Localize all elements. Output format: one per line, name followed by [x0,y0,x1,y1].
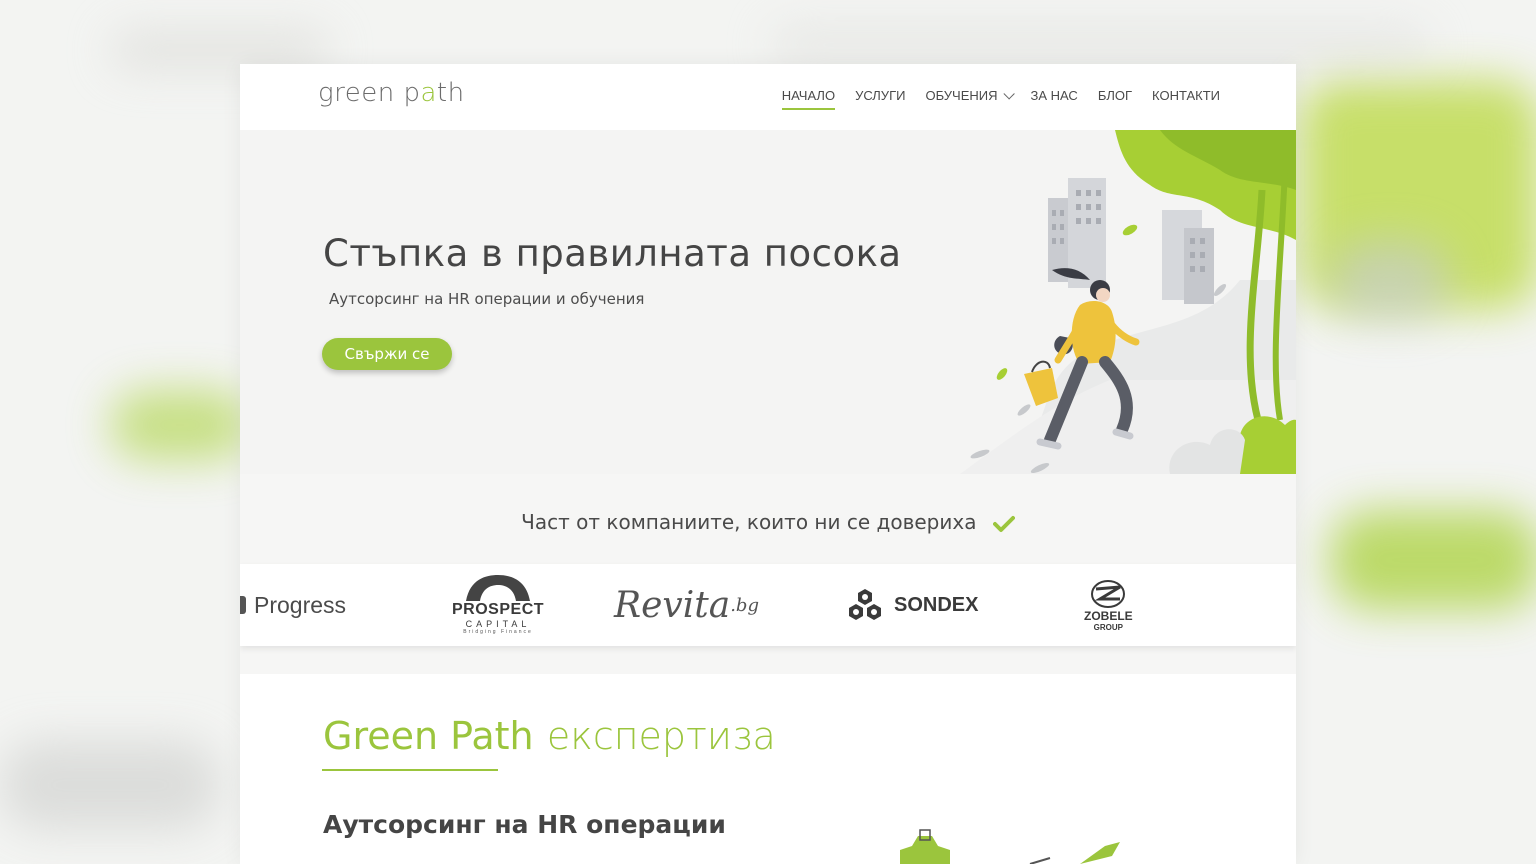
contact-button[interactable]: Свържи се [322,338,452,370]
hero-section: Стъпка в правилната посока Аутсорсинг на… [240,130,1296,474]
nav-item-blog[interactable]: БЛОГ [1098,88,1132,109]
backdrop-blob [1330,240,1450,320]
backdrop-blob [0,740,220,830]
gear-icon [900,829,1120,864]
logo-text-suffix: th [436,78,465,108]
expertise-title-brand: Green Path [323,714,534,758]
website-page: green path НАЧАЛО УСЛУГИ ОБУЧЕНИЯ ЗА НАС… [240,64,1296,864]
expertise-section: Green Path експертиза Аутсорсинг на HR о… [240,674,1296,864]
client-logos-carousel[interactable]: Progress PROSPECT CAPITAL Bridging Finan… [240,564,1296,646]
client-logo-revita[interactable]: Revita .bg [614,564,759,646]
expertise-title: Green Path експертиза [323,714,776,758]
sondex-hexagon-icon [849,589,881,620]
progress-mark-icon [240,596,246,614]
nav-item-home[interactable]: НАЧАЛО [781,88,836,110]
title-underline [322,769,498,771]
nav-item-label: ОБУЧЕНИЯ [925,88,998,103]
nav-item-label: УСЛУГИ [855,88,906,103]
hero-subtitle: Аутсорсинг на HR операции и обучения [329,290,645,308]
client-logo-text: CAPITAL [465,619,531,629]
client-logo-progress[interactable]: Progress [240,564,346,646]
site-logo[interactable]: green path [318,78,465,108]
trusted-heading: Част от компаниите, които ни се довериха [521,510,977,534]
site-header: green path НАЧАЛО УСЛУГИ ОБУЧЕНИЯ ЗА НАС… [240,64,1296,130]
nav-item-label: ЗА НАС [1030,88,1078,103]
hero-title: Стъпка в правилната посока [323,232,902,275]
nav-item-label: НАЧАЛО [781,88,836,103]
chevron-down-icon [1002,87,1015,100]
prospect-arch-icon [466,575,530,601]
client-logo-prospect-capital[interactable]: PROSPECT CAPITAL Bridging Finance [452,564,544,646]
client-logo-sondex[interactable]: SONDEX [846,564,978,646]
client-logo-text: .bg [730,594,759,616]
check-icon [992,515,1015,532]
client-logo-text: PROSPECT [452,601,545,618]
client-logo-text: GROUP [1093,622,1123,632]
nav-item-label: КОНТАКТИ [1152,88,1220,103]
main-nav: НАЧАЛО УСЛУГИ ОБУЧЕНИЯ ЗА НАС БЛОГ КОНТА… [781,87,1220,110]
client-logo-text: SONDEX [894,593,979,616]
nav-item-services[interactable]: УСЛУГИ [855,88,905,109]
backdrop-blob [1330,510,1536,610]
nav-item-contacts[interactable]: КОНТАКТИ [1152,88,1220,109]
nav-item-trainings[interactable]: ОБУЧЕНИЯ [925,87,1015,109]
nav-item-label: БЛОГ [1097,88,1133,103]
backdrop-blob [770,25,1430,65]
backdrop-blob [110,390,250,460]
nav-item-about[interactable]: ЗА НАС [1031,88,1078,109]
client-logo-zobele[interactable]: ZOBELE GROUP [1084,564,1133,646]
trusted-section: Част от компаниите, които ни се довериха [240,510,1296,534]
hero-illustration [960,130,1296,474]
logo-text-prefix: green p [318,78,421,108]
expertise-subtitle: Аутсорсинг на HR операции [323,810,726,839]
client-logo-text: ZOBELE [1084,608,1133,623]
expertise-title-rest: експертиза [546,714,776,758]
client-logo-text: Revita [614,584,731,626]
logo-text-accent: a [420,78,437,108]
zobele-emblem-icon [1091,579,1126,608]
client-logo-text: Progress [254,591,347,618]
client-logo-text: Bridging Finance [463,629,533,635]
